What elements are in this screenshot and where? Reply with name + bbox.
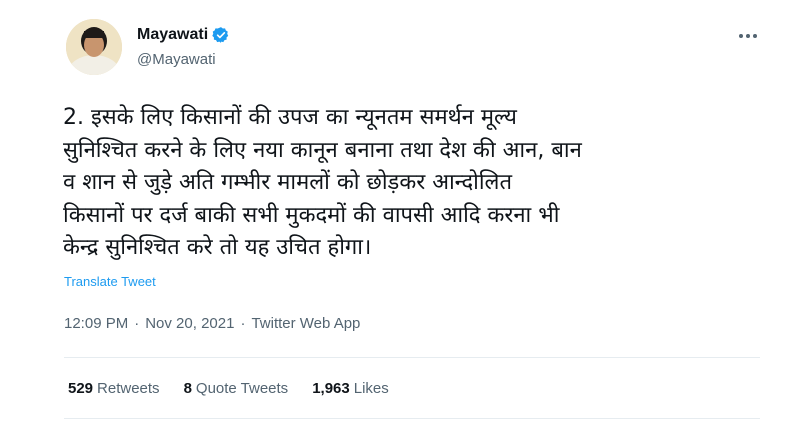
- divider: [64, 357, 760, 358]
- tweet-card: Mayawati @Mayawati 2. इसके लिए किसानों क…: [0, 0, 800, 427]
- more-dot: [746, 34, 750, 38]
- more-dot: [753, 34, 757, 38]
- avatar[interactable]: [66, 19, 122, 75]
- more-options-icon[interactable]: [736, 28, 760, 44]
- retweets-count: 529: [68, 380, 94, 397]
- quote-tweets-count: 8: [183, 380, 192, 397]
- retweets-label: Retweets: [97, 380, 160, 397]
- more-dot: [739, 34, 743, 38]
- quote-tweets-label: Quote Tweets: [195, 380, 289, 397]
- divider: [64, 418, 760, 419]
- likes-label: Likes: [353, 380, 389, 397]
- meta-separator: ·: [240, 315, 246, 332]
- tweet-stats: 529 Retweets 8 Quote Tweets 1,963 Likes: [68, 380, 389, 397]
- tweet-time[interactable]: 12:09 PM: [64, 315, 128, 332]
- likes-count: 1,963: [312, 380, 350, 397]
- quote-tweets-stat[interactable]: 8 Quote Tweets: [184, 380, 289, 397]
- likes-stat[interactable]: 1,963 Likes: [312, 380, 389, 397]
- retweets-stat[interactable]: 529 Retweets: [68, 380, 160, 397]
- tweet-source[interactable]: Twitter Web App: [251, 315, 360, 332]
- author-name-text[interactable]: Mayawati: [137, 26, 208, 44]
- tweet-date[interactable]: Nov 20, 2021: [145, 315, 234, 332]
- author-name[interactable]: Mayawati: [137, 26, 230, 44]
- verified-badge-icon: [212, 26, 230, 44]
- tweet-text: 2. इसके लिए किसानों की उपज का न्यूनतम सम…: [63, 105, 582, 260]
- translate-tweet-link[interactable]: Translate Tweet: [64, 274, 156, 289]
- tweet-metadata: 12:09 PM · Nov 20, 2021 · Twitter Web Ap…: [64, 315, 360, 332]
- meta-separator: ·: [134, 315, 140, 332]
- author-handle[interactable]: @Mayawati: [137, 51, 216, 68]
